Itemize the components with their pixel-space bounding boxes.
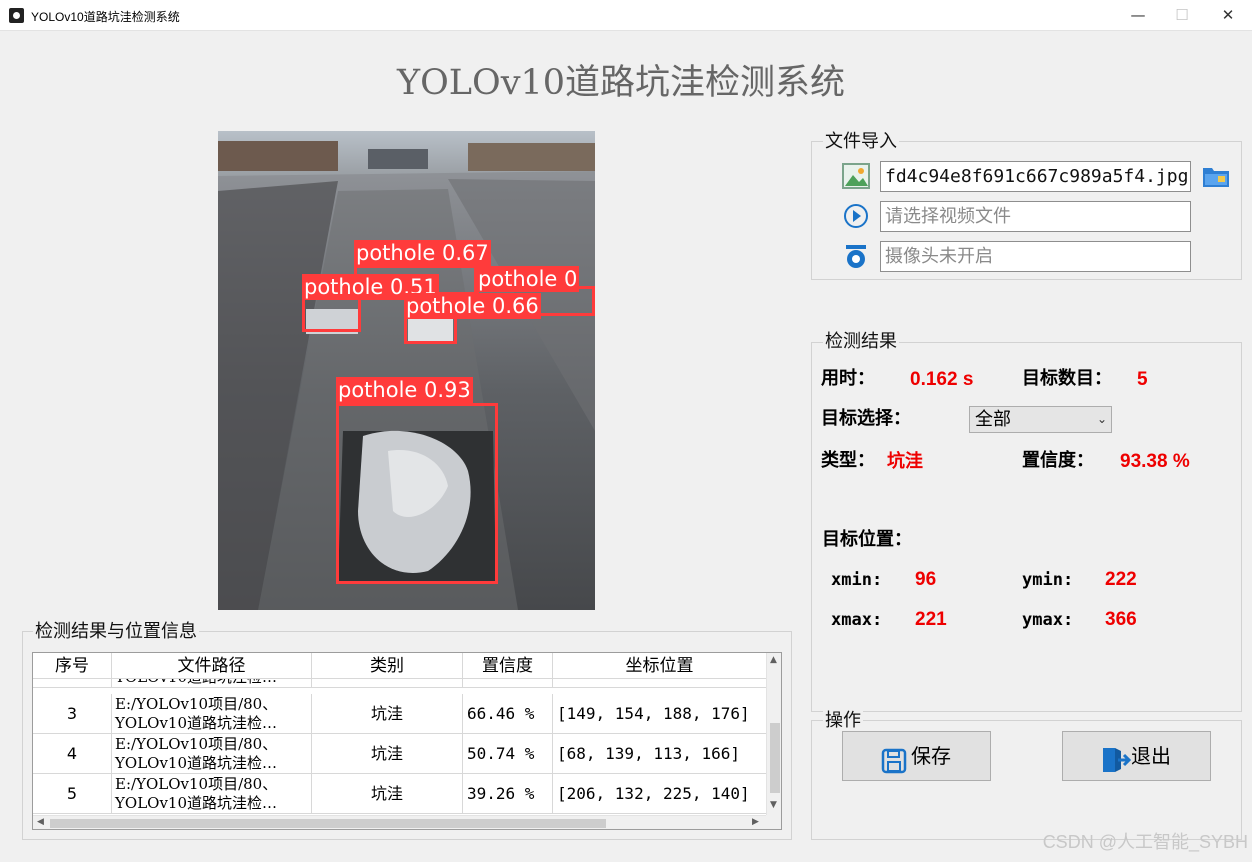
cell-confidence: 50.74 % [463,734,553,774]
folder-icon[interactable] [1202,163,1230,189]
xmax-label: xmax: [831,610,883,630]
operations-title: 操作 [823,710,863,732]
cell-coords: [206, 132, 225, 140] [557,784,750,803]
cell-coords: [68, 139, 113, 166] [557,744,741,763]
target-select-label: 目标选择： [821,408,911,429]
time-label: 用时： [821,368,875,389]
cell-path: E:/YOLOv10项目/80、 YOLOv10道路坑洼检… [112,694,312,734]
exit-icon [1101,743,1132,791]
column-header-path[interactable]: 文件路径 [112,653,312,679]
save-icon [881,743,907,791]
cell-category: 坑洼 [312,734,463,774]
exit-label: 退出 [1131,744,1171,768]
xmin-label: xmin: [831,570,883,590]
cell-category: 坑洼 [312,774,463,814]
target-select-value: 全部 [975,409,1011,430]
detection-label: pothole 0.67 [354,240,491,266]
detection-label: pothole 0.93 [336,377,473,403]
column-header-index[interactable]: 序号 [33,653,112,679]
target-position-label: 目标位置： [822,529,912,550]
cell-index: 5 [33,774,112,814]
ymin-label: ymin: [1022,570,1074,590]
ymax-value: 366 [1105,609,1137,630]
video-file-field[interactable]: 请选择视频文件 [880,201,1191,232]
ymin-value: 222 [1105,569,1137,590]
play-icon[interactable] [842,203,870,229]
detection-result-group [811,342,1242,712]
table-row[interactable]: 3 E:/YOLOv10项目/80、 YOLOv10道路坑洼检… 坑洼 66.4… [33,694,766,734]
scroll-down-icon[interactable]: ▼ [770,800,777,810]
vertical-scroll-thumb[interactable] [770,723,780,793]
type-label: 类型： [821,450,875,471]
cell-path: E:/YOLOv10项目/80、 YOLOv10道路坑洼检… [112,734,312,774]
confidence-label: 置信度： [1022,450,1094,471]
close-button[interactable]: ✕ [1205,0,1251,31]
camera-status-field[interactable]: 摄像头未开启 [880,241,1191,272]
exit-button[interactable]: 退出 [1062,731,1211,781]
watermark: CSDN @人工智能_SYBH [1042,832,1248,852]
vertical-scrollbar[interactable]: ▲ ▼ [766,653,781,815]
chevron-down-icon: ⌄ [1096,412,1107,426]
detection-result-title: 检测结果 [823,331,899,353]
scroll-left-icon[interactable]: ◀ [37,817,44,827]
target-select-dropdown[interactable]: 全部 ⌄ [969,406,1112,433]
cell-confidence: 39.26 % [463,774,553,814]
detection-label: pothole 0 [476,266,580,292]
cell-category: 坑洼 [312,694,463,734]
table-header: 序号 文件路径 类别 置信度 坐标位置 [33,653,766,679]
type-value: 坑洼 [887,451,923,472]
xmin-value: 96 [915,569,937,590]
scrollbar-corner [766,815,781,829]
ymax-label: ymax: [1022,610,1074,630]
save-label: 保存 [911,744,951,768]
detection-box [336,403,498,584]
cell-path: E:/YOLOv10项目/80、 YOLOv10道路坑洼检… [112,774,312,814]
confidence-value: 93.38 % [1120,451,1190,472]
detection-label: pothole 0.66 [404,293,541,319]
result-table-title: 检测结果与位置信息 [33,621,199,643]
time-value: 0.162 s [910,369,974,390]
window-titlebar: YOLOv10道路坑洼检测系统 — ☐ ✕ [0,0,1252,31]
table-row[interactable]: 5 E:/YOLOv10项目/80、 YOLOv10道路坑洼检… 坑洼 39.2… [33,774,766,814]
app-logo-icon [9,8,24,23]
cell-confidence: 66.46 % [463,694,553,734]
window-title: YOLOv10道路坑洼检测系统 [31,10,180,24]
target-count-value: 5 [1137,369,1148,390]
app-title: YOLOv10道路坑洼检测系统 [396,63,846,103]
minimize-button[interactable]: — [1115,0,1161,31]
scroll-up-icon[interactable]: ▲ [770,655,777,665]
maximize-button[interactable]: ☐ [1159,0,1205,31]
table-row[interactable]: 4 E:/YOLOv10项目/80、 YOLOv10道路坑洼检… 坑洼 50.7… [33,734,766,774]
horizontal-scrollbar[interactable]: ◀ ▶ [33,815,766,829]
cell-index: 4 [33,734,112,774]
scroll-right-icon[interactable]: ▶ [752,817,759,827]
target-count-label: 目标数目： [1022,368,1112,389]
camera-icon[interactable] [842,243,870,269]
column-header-confidence[interactable]: 置信度 [463,653,553,679]
column-header-coords[interactable]: 坐标位置 [553,653,766,679]
cell-coords: [149, 154, 188, 176] [557,704,750,723]
image-icon[interactable] [842,163,870,189]
file-import-title: 文件导入 [823,131,899,153]
image-file-field[interactable]: fd4c94e8f691c667c989a5f4.jpg [880,161,1191,192]
cell-index: 3 [33,694,112,734]
result-table[interactable]: 2 YOLOv10道路坑洼检… 坑洼 67.00 % [100, 110, 14… [32,652,782,830]
xmax-value: 221 [915,609,947,630]
save-button[interactable]: 保存 [842,731,991,781]
detection-image: pothole 0.67 pothole 0 pothole 0.51 poth… [218,131,595,610]
column-header-category[interactable]: 类别 [312,653,463,679]
horizontal-scroll-thumb[interactable] [50,819,606,828]
